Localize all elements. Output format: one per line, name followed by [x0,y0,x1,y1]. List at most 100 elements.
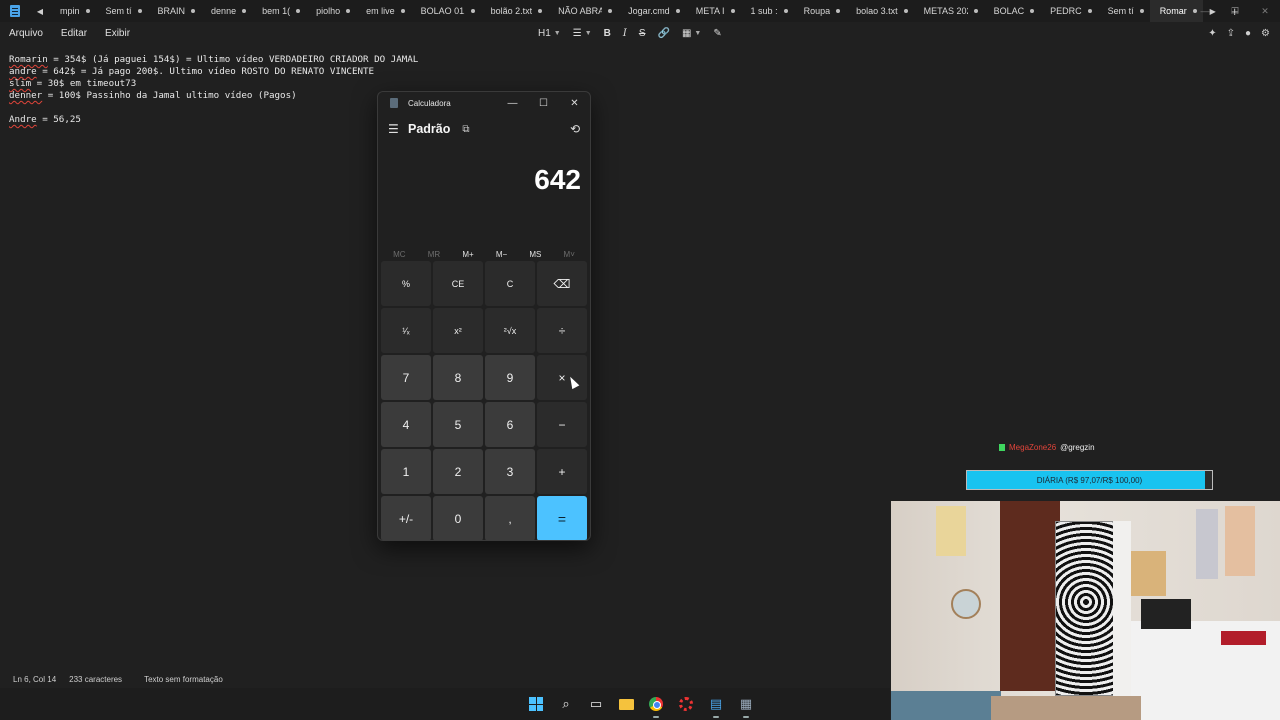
memory-button[interactable]: MC [393,250,405,259]
reciprocal-button[interactable]: ¹⁄ₓ [381,308,431,353]
start-windows-icon[interactable] [526,694,546,714]
profile-icon[interactable]: ● [1245,28,1251,39]
copilot-icon[interactable]: ✦ [1208,28,1216,39]
table-dropdown[interactable]: ▦ ▼ [679,28,704,39]
percent-button[interactable]: % [381,261,431,306]
tab[interactable]: Roupa [794,0,847,22]
calculator-titlebar: Calculadora — ☐ ✕ [378,92,590,114]
four-button[interactable]: 4 [381,402,431,447]
heading-label: H1 [538,27,551,39]
search-icon[interactable]: ⌕ [556,694,576,714]
tab[interactable]: denne [201,0,252,22]
decimal-button[interactable]: , [485,496,535,540]
multiply-button[interactable]: × [537,355,587,400]
memory-button[interactable]: M+ [462,250,473,259]
file-explorer-icon[interactable] [616,694,636,714]
heading-dropdown[interactable]: H1 ▼ [535,28,564,39]
tab[interactable]: bolao 3.txt [846,0,914,22]
nine-button[interactable]: 9 [485,355,535,400]
square-button[interactable]: x² [433,308,483,353]
tab-label: Sem tí [105,6,132,16]
hamburger-menu-icon[interactable]: ☰ [388,122,408,136]
calc-minimize-icon[interactable]: — [497,92,528,114]
tab[interactable]: PEDRC [1040,0,1098,22]
two-button[interactable]: 2 [433,449,483,494]
strikethrough-icon[interactable]: S [636,28,649,39]
square-root-button[interactable]: ²√x [485,308,535,353]
calc-maximize-icon[interactable]: ☐ [528,92,559,114]
memory-button[interactable]: MR [428,250,440,259]
backspace-button[interactable]: ⌫ [537,261,587,306]
tab[interactable]: mpin [50,0,96,22]
tab[interactable]: bolão 2.txt [481,0,549,22]
calc-close-icon[interactable]: ✕ [559,92,590,114]
one-button[interactable]: 1 [381,449,431,494]
memory-button[interactable]: M− [496,250,507,259]
tab[interactable]: BOLAC [984,0,1041,22]
six-button[interactable]: 6 [485,402,535,447]
scroll-tabs-left-icon[interactable]: ◀ [30,0,50,22]
clear-format-icon[interactable]: ✎ [710,28,724,39]
menu-view[interactable]: Exibir [96,28,139,39]
three-button[interactable]: 3 [485,449,535,494]
tab[interactable]: piolho [306,0,356,22]
equals-button[interactable]: = [537,496,587,540]
negate-button[interactable]: +/- [381,496,431,540]
taskbar: ⌕ ▭ ▤ ▦ [0,688,890,720]
minus-button[interactable]: − [537,402,587,447]
bold-icon[interactable]: B [601,28,614,39]
line-text: = 30$ em timeout73 [31,78,137,89]
text-editor[interactable]: Romarin = 354$ (Já paguei 154$) = Ultimo… [9,54,418,126]
maximize-icon[interactable]: ❐ [1220,0,1250,22]
menu-edit[interactable]: Editar [52,28,96,39]
share-icon[interactable]: ⇪ [1227,28,1235,39]
divide-button[interactable]: ÷ [537,308,587,353]
unsaved-dot-icon [296,9,301,13]
line-text: = 642$ = Já pago 200$. Ultimo vídeo ROST… [36,66,375,77]
plus-button[interactable]: + [537,449,587,494]
misspelled-word: denner [9,90,43,101]
minimize-icon[interactable]: — [1190,0,1220,22]
memory-button[interactable]: M˅ [564,250,575,259]
history-icon[interactable]: ⟲ [570,122,580,136]
clear-button[interactable]: C [485,261,535,306]
close-icon[interactable]: ✕ [1250,0,1280,22]
calculator-taskbar-icon[interactable]: ▦ [736,694,756,718]
link-icon[interactable]: 🔗 [655,28,673,39]
italic-icon[interactable]: I [620,28,630,39]
zero-button[interactable]: 0 [433,496,483,540]
clear-entry-button[interactable]: CE [433,261,483,306]
tab[interactable]: Sem tí [96,0,148,22]
tab[interactable]: NÃO ABRA C [548,0,618,22]
list-dropdown[interactable]: ☰ ▼ [570,28,595,39]
tab-label: piolho [316,6,341,16]
eight-button[interactable]: 8 [433,355,483,400]
menu-file[interactable]: Arquivo [0,28,52,39]
seven-button[interactable]: 7 [381,355,431,400]
tab[interactable]: em live [356,0,411,22]
unsaved-dot-icon [242,9,247,13]
task-view-icon[interactable]: ▭ [586,694,606,714]
memory-button[interactable]: MS [529,250,541,259]
app-gear-icon[interactable] [676,694,696,714]
table-icon: ▦ [681,27,692,39]
tab[interactable]: Sem tí [1098,0,1150,22]
settings-gear-icon[interactable]: ⚙ [1261,28,1270,39]
list-icon: ☰ [572,27,582,39]
notepad-taskbar-icon[interactable]: ▤ [706,694,726,718]
chrome-icon[interactable] [646,694,666,718]
unsaved-dot-icon [836,9,841,13]
tab[interactable]: 1 sub : [741,0,794,22]
five-button[interactable]: 5 [433,402,483,447]
tab[interactable]: METAS 2026 [914,0,984,22]
tab[interactable]: BRAIN [148,0,202,22]
keep-on-top-icon[interactable]: ⧉ [462,124,469,135]
tab[interactable]: bem 1( [252,0,306,22]
tab[interactable]: Jogar.cmd [618,0,686,22]
goal-label: DIÁRIA (R$ 97,07/R$ 100,00) [1036,475,1143,485]
unsaved-dot-icon [903,9,908,13]
chevron-down-icon: ▼ [584,29,592,37]
tab[interactable]: META I [686,0,741,22]
chat-text: @gregzin [1060,443,1095,452]
tab[interactable]: BOLAO 01.tx [411,0,481,22]
